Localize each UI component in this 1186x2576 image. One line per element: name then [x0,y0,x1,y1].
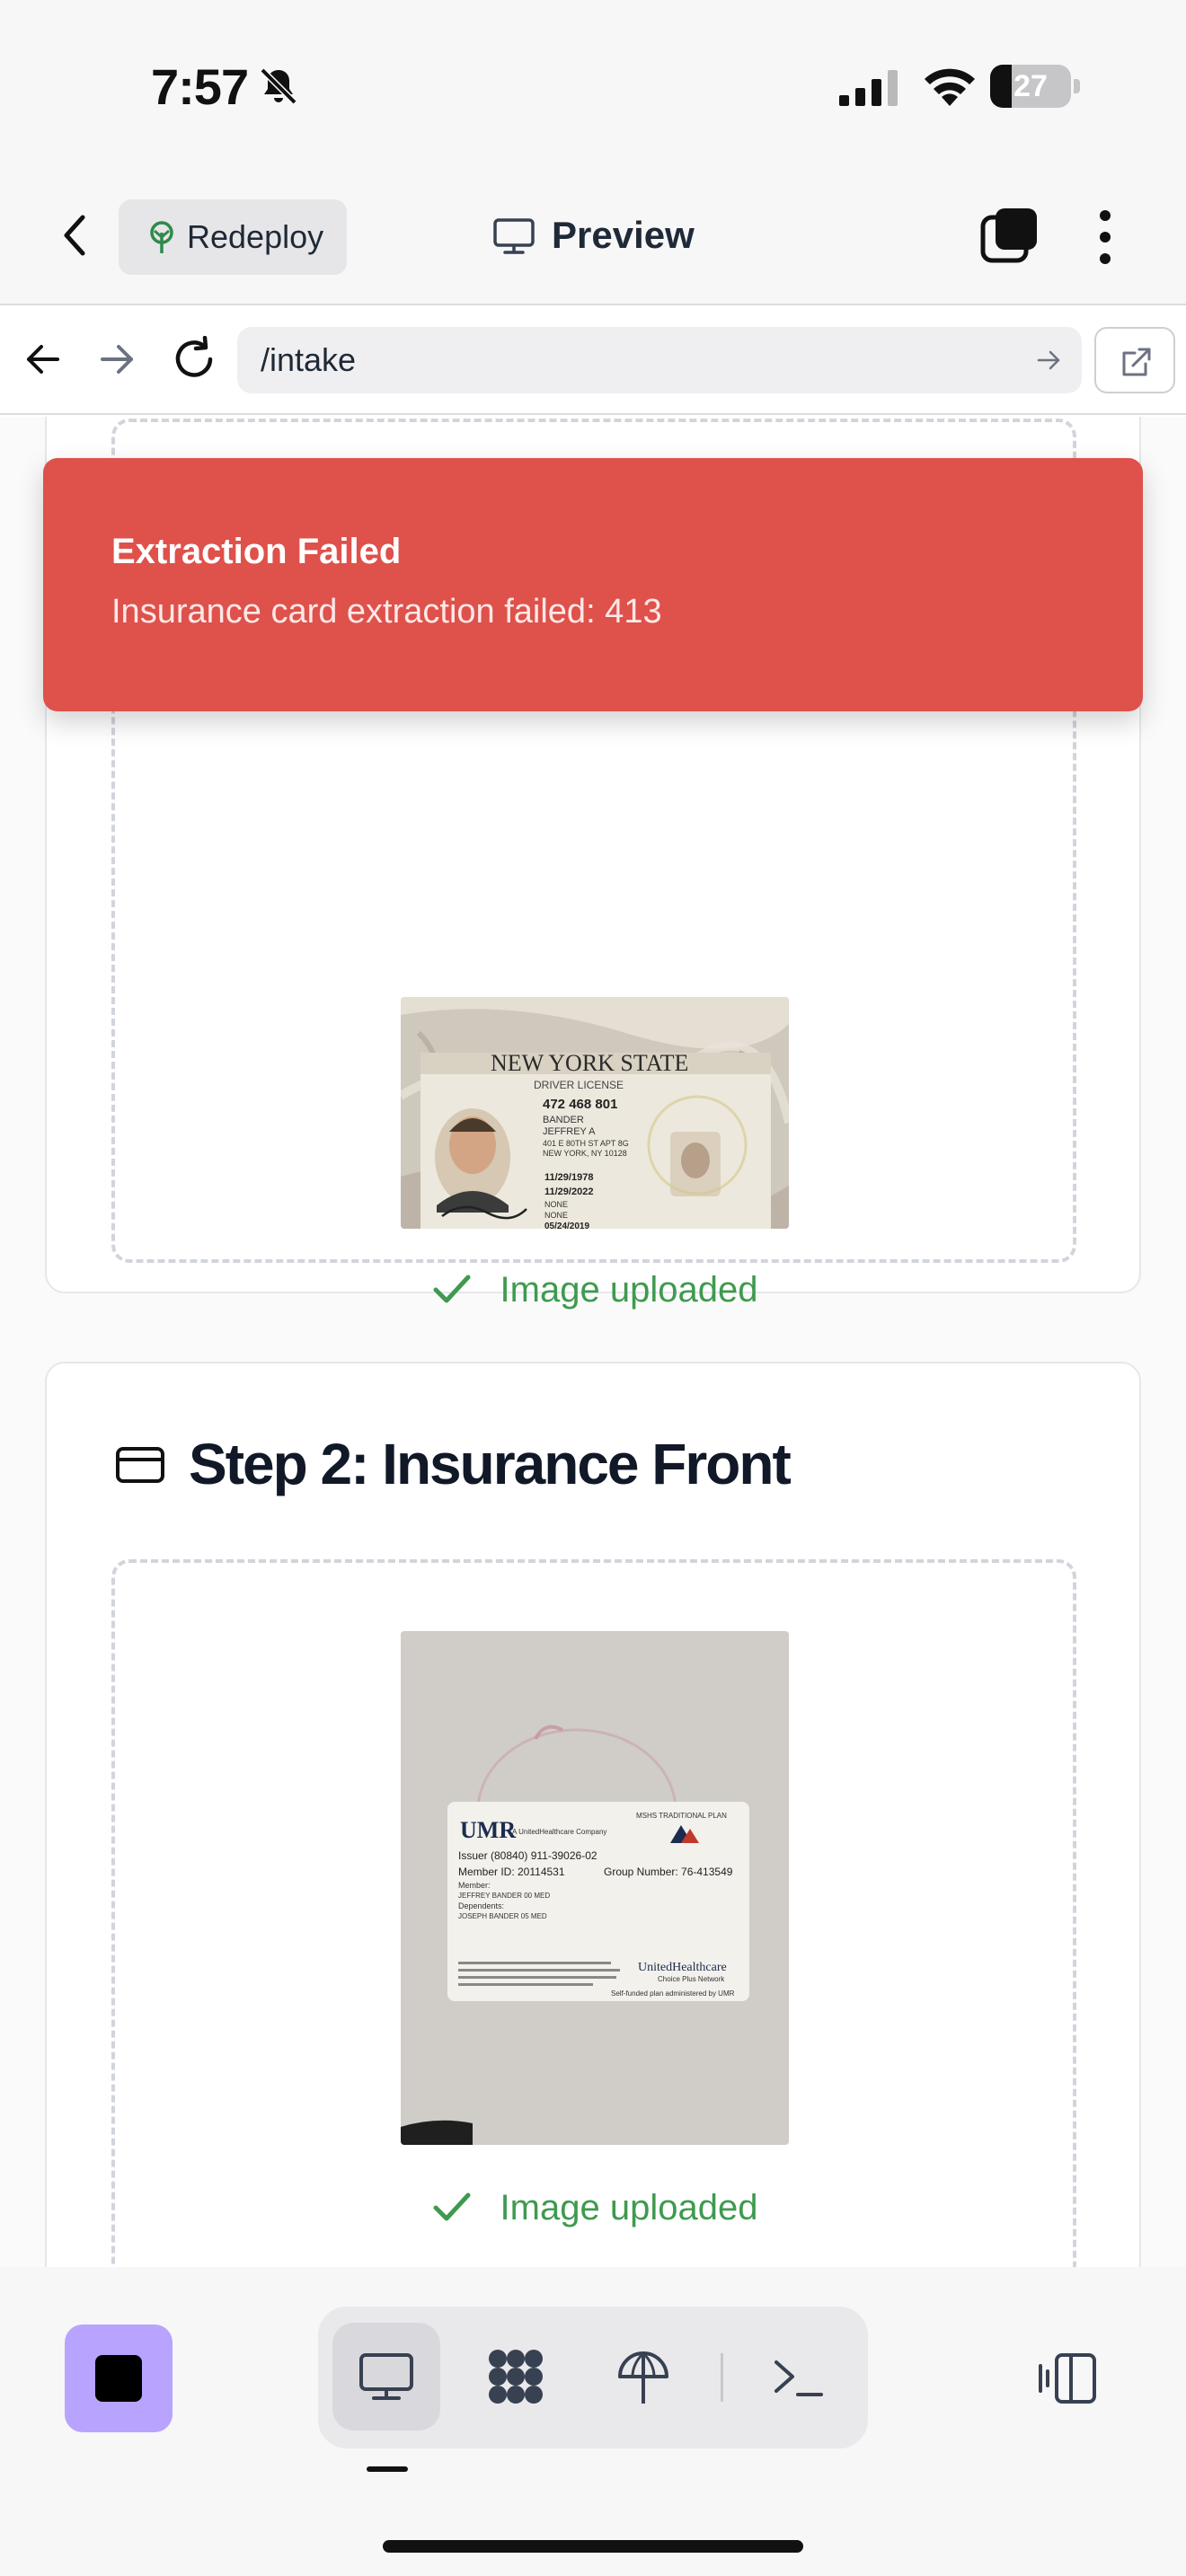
upload-status: Image uploaded [115,2183,1073,2233]
preview-title[interactable]: Preview [552,198,695,273]
insurance-member-label: Member: [458,1881,491,1890]
status-bar: 7:57 27 [0,0,1186,171]
toast-title: Extraction Failed [111,532,402,571]
upload-status: Image uploaded [115,1265,1073,1315]
step-2-card: Step 2: Insurance Front UMR A UnitedHeal… [45,1362,1141,2267]
insurance-member-id: Member ID: 20114531 [458,1866,565,1878]
tool-desktop[interactable] [332,2323,440,2430]
external-link-icon [1122,348,1151,376]
active-tab-indicator [367,2466,408,2472]
license-state: NEW YORK STATE [491,1050,688,1076]
desktop-icon [359,2353,413,2400]
arrow-right-icon[interactable] [97,340,137,379]
uploaded-image: UMR A UnitedHealthcare Company MSHS TRAD… [401,1631,789,2145]
insurance-brand: UMR [460,1817,516,1843]
open-external-button[interactable] [1094,327,1175,393]
url-text: /intake [261,341,357,378]
license-issued: 05/24/2019 [544,1222,589,1229]
credit-card-icon [116,1447,164,1483]
terminal-icon [774,2360,823,2396]
license-address-2: NEW YORK, NY 10128 [543,1149,627,1158]
insurance-dependents-label: Dependents: [458,1901,504,1910]
redeploy-label: Redeploy [187,218,324,255]
cellular-signal-icon [839,70,898,106]
tool-separator [721,2353,723,2402]
reload-icon[interactable] [171,336,217,383]
insurance-member-name: JEFFREY BANDER 00 MED [458,1892,550,1900]
deploy-icon [618,2351,668,2404]
chevron-left-icon[interactable] [56,208,95,262]
arrow-left-icon[interactable] [23,340,63,379]
step-title-text: Step 2: Insurance Front [189,1432,792,1496]
license-given: JEFFREY A [543,1126,596,1137]
tool-terminal[interactable] [744,2323,852,2430]
upload-status-text: Image uploaded [500,1270,758,1310]
tool-group [318,2307,868,2448]
uploaded-image: NEW YORK STATE DRIVER LICENSE 472 468 80… [401,997,789,1229]
url-field[interactable]: /intake [237,327,1082,393]
insurance-footer: Self-funded plan administered by UMR [611,1989,735,1998]
panel-toggle-icon[interactable] [1035,2346,1100,2411]
insurance-network-brand: UnitedHealthcare [638,1961,727,1974]
license-expires: 11/29/2022 [544,1187,593,1197]
license-restr: NONE [544,1200,568,1209]
tool-workspace[interactable] [462,2323,570,2430]
app-square-icon [95,2355,142,2402]
home-indicator [383,2540,803,2553]
license-id: 472 468 801 [543,1097,617,1112]
insurance-tagline: A UnitedHealthcare Company [512,1828,606,1836]
more-vertical-icon[interactable] [1093,208,1118,266]
app-header: Redeploy Preview [0,171,1186,305]
deploy-tree-icon [150,221,173,253]
license-type: DRIVER LICENSE [534,1079,624,1091]
battery-icon: 27 [990,65,1080,108]
toast-message: Insurance card extraction failed: 413 [111,593,662,631]
insurance-dependent-name: JOSEPH BANDER 05 MED [458,1912,547,1920]
upload-status-text: Image uploaded [500,2188,758,2228]
monitor-icon [493,218,535,254]
redeploy-button[interactable]: Redeploy [119,199,347,275]
battery-level: 27 [1013,69,1048,103]
browser-bar: /intake [0,305,1186,415]
grid-icon [489,2350,543,2404]
insurance-group: Group Number: 76-413549 [604,1866,733,1878]
wifi-icon [925,68,975,106]
check-icon [433,1275,471,1303]
insurance-network: Choice Plus Network [658,1975,725,1983]
tool-deploy[interactable] [589,2323,697,2430]
bottom-toolbar [0,2267,1186,2576]
status-time: 7:57 [151,58,249,115]
license-surname: BANDER [543,1115,584,1125]
license-address-1: 401 E 80TH ST APT 8G [543,1139,629,1148]
app-switcher-button[interactable] [65,2325,173,2432]
insurance-plan: MSHS TRADITIONAL PLAN [636,1812,727,1820]
tabs-icon[interactable] [979,207,1039,264]
bell-slash-icon [260,67,297,105]
upload-dropzone[interactable]: UMR A UnitedHealthcare Company MSHS TRAD… [111,1559,1076,2267]
check-icon [433,2192,471,2221]
license-dob: 11/29/1978 [544,1172,593,1183]
license-endorse: NONE [544,1211,568,1220]
arrow-right-small-icon[interactable] [1035,347,1062,374]
error-toast[interactable]: Extraction Failed Insurance card extract… [43,458,1143,711]
insurance-issuer: Issuer (80840) 911-39026-02 [458,1849,597,1862]
